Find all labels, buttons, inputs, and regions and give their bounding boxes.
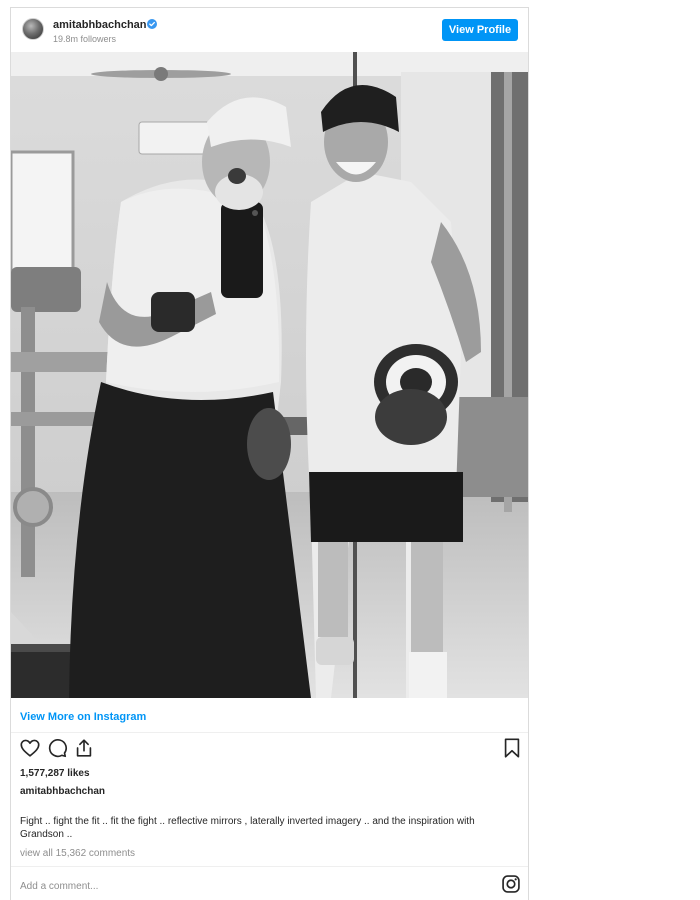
add-comment-input[interactable] bbox=[20, 878, 460, 894]
username[interactable]: amitabhbachchan bbox=[53, 19, 147, 31]
avatar[interactable] bbox=[22, 18, 44, 40]
post-header: amitabhbachchan 19.8m followers View Pro… bbox=[11, 8, 528, 52]
like-count[interactable]: 1,577,287 likes bbox=[20, 768, 90, 779]
post-caption: Fight .. fight the fit .. fit the fight … bbox=[20, 816, 475, 840]
post-photo[interactable] bbox=[11, 52, 528, 698]
verified-badge-icon bbox=[147, 19, 157, 29]
share-icon[interactable] bbox=[73, 737, 95, 759]
bookmark-icon[interactable] bbox=[501, 737, 523, 759]
caption-author[interactable]: amitabhbachchan bbox=[20, 786, 105, 797]
follower-count: 19.8m followers bbox=[53, 34, 117, 44]
divider bbox=[11, 866, 528, 867]
divider bbox=[11, 732, 528, 733]
view-profile-button[interactable]: View Profile bbox=[442, 19, 518, 41]
view-more-on-instagram-link[interactable]: View More on Instagram bbox=[20, 711, 146, 723]
instagram-icon[interactable] bbox=[501, 874, 521, 894]
instagram-embed-card: amitabhbachchan 19.8m followers View Pro… bbox=[10, 7, 529, 900]
view-all-comments-link[interactable]: view all 15,362 comments bbox=[20, 848, 135, 859]
comment-icon[interactable] bbox=[46, 737, 68, 759]
gym-mirror-selfie-image bbox=[11, 52, 528, 698]
heart-icon[interactable] bbox=[19, 737, 41, 759]
